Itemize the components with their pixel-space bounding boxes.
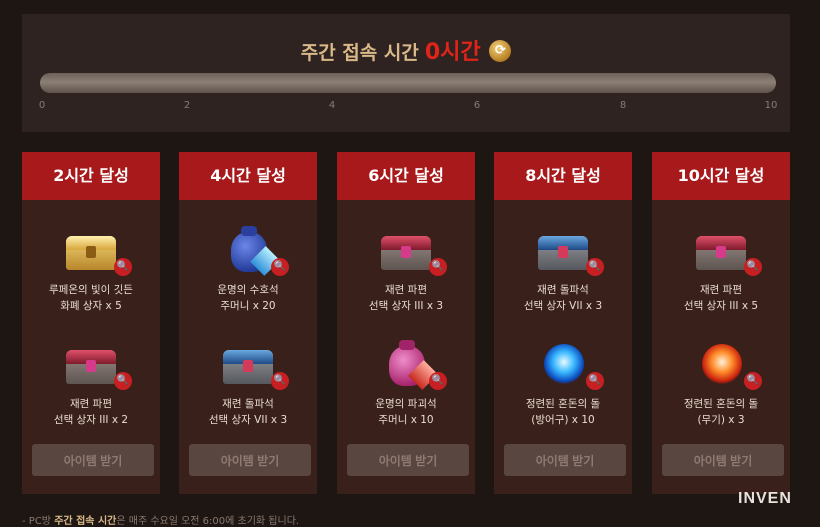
reward-qty: 선택 상자 III x 3 — [368, 300, 444, 312]
reward-qty: 선택 상자 VII x 3 — [523, 300, 603, 312]
reward-item: 🔍 운명의 파괴석주머니 x 10 — [337, 338, 475, 428]
reward-card-4h: 4시간 달성 🔍 운명의 수호석주머니 x 20 🔍 재련 돌파석선택 상자 V… — [179, 152, 317, 494]
reset-notice: - PC방 주간 접속 시간은 매주 수요일 오전 6:00에 초기화 됩니다. — [22, 512, 299, 527]
reward-name: 정련된 혼돈의 돌 — [525, 398, 601, 410]
reward-card-10h: 10시간 달성 🔍 재련 파편선택 상자 III x 5 🔍 정련된 혼돈의 돌… — [652, 152, 790, 494]
reward-card-6h: 6시간 달성 🔍 재련 파편선택 상자 III x 3 🔍 운명의 파괴석주머니… — [337, 152, 475, 494]
blue-chest-icon[interactable]: 🔍 — [219, 338, 289, 392]
reward-qty: 선택 상자 III x 5 — [683, 300, 759, 312]
magnifier-icon[interactable]: 🔍 — [586, 372, 604, 390]
reward-card-8h: 8시간 달성 🔍 재련 돌파석선택 상자 VII x 3 🔍 정련된 혼돈의 돌… — [494, 152, 632, 494]
receive-item-button[interactable]: 아이템 받기 — [32, 444, 154, 476]
magnifier-icon[interactable]: 🔍 — [271, 258, 289, 276]
progress-bar — [40, 73, 776, 93]
reward-qty: (무기) x 3 — [697, 414, 745, 426]
reward-name: 재련 파편 — [385, 284, 427, 296]
card-title: 2시간 달성 — [22, 152, 160, 200]
red-chest-icon[interactable]: 🔍 — [62, 338, 132, 392]
reward-name: 정련된 혼돈의 돌 — [683, 398, 759, 410]
tick-label: 2 — [183, 100, 191, 111]
reward-item: 🔍 재련 돌파석선택 상자 VII x 3 — [494, 224, 632, 314]
magnifier-icon[interactable]: 🔍 — [271, 372, 289, 390]
red-chaos-stone-icon[interactable]: 🔍 — [692, 338, 762, 392]
reward-name: 재련 파편 — [70, 398, 112, 410]
progress-ticks: 0 2 4 6 8 10 — [38, 100, 778, 114]
magnifier-icon[interactable]: 🔍 — [429, 258, 447, 276]
magnifier-icon[interactable]: 🔍 — [114, 372, 132, 390]
reward-name: 재련 돌파석 — [537, 284, 589, 296]
reward-item: 🔍 정련된 혼돈의 돌 (무기) x 3 — [652, 338, 790, 428]
red-chest-icon[interactable]: 🔍 — [692, 224, 762, 278]
weekly-access-panel: 주간 접속 시간 0시간 ⟳ 0 2 4 6 8 10 — [22, 14, 790, 132]
blue-pouch-icon[interactable]: 🔍 — [219, 224, 289, 278]
reward-qty: 선택 상자 VII x 3 — [208, 414, 288, 426]
inven-watermark: INVEN — [738, 490, 792, 507]
pink-pouch-icon[interactable]: 🔍 — [377, 338, 447, 392]
tick-label: 0 — [38, 100, 46, 111]
reward-name: 운명의 파괴석 — [375, 398, 437, 410]
reward-item: 🔍 재련 파편선택 상자 III x 3 — [337, 224, 475, 314]
reward-name: 재련 돌파석 — [222, 398, 274, 410]
reward-qty: 주머니 x 20 — [220, 300, 276, 312]
tick-label: 8 — [619, 100, 627, 111]
reward-qty: (방어구) x 10 — [531, 414, 595, 426]
tick-label: 4 — [328, 100, 336, 111]
reward-item: 🔍 재련 파편선택 상자 III x 2 — [22, 338, 160, 428]
title-label: 주간 접속 시간 — [300, 42, 419, 64]
gold-chest-icon[interactable]: 🔍 — [62, 224, 132, 278]
reward-name: 재련 파편 — [700, 284, 742, 296]
reward-item: 🔍 재련 돌파석선택 상자 VII x 3 — [179, 338, 317, 428]
reward-item: 🔍 루페온의 빛이 깃든화폐 상자 x 5 — [22, 224, 160, 314]
magnifier-icon[interactable]: 🔍 — [744, 372, 762, 390]
tick-label: 10 — [764, 100, 778, 111]
reward-name: 루페온의 빛이 깃든 — [49, 284, 133, 296]
red-chest-icon[interactable]: 🔍 — [377, 224, 447, 278]
access-hours-value: 0시간 — [424, 40, 481, 65]
reward-qty: 주머니 x 10 — [378, 414, 434, 426]
blue-chaos-stone-icon[interactable]: 🔍 — [534, 338, 604, 392]
receive-item-button[interactable]: 아이템 받기 — [347, 444, 469, 476]
magnifier-icon[interactable]: 🔍 — [744, 258, 762, 276]
reward-item: 🔍 운명의 수호석주머니 x 20 — [179, 224, 317, 314]
magnifier-icon[interactable]: 🔍 — [586, 258, 604, 276]
weekly-access-title: 주간 접속 시간 0시간 ⟳ — [22, 34, 790, 66]
card-title: 10시간 달성 — [652, 152, 790, 200]
reward-item: 🔍 정련된 혼돈의 돌 (방어구) x 10 — [494, 338, 632, 428]
card-title: 6시간 달성 — [337, 152, 475, 200]
refresh-icon[interactable]: ⟳ — [489, 39, 512, 62]
receive-item-button[interactable]: 아이템 받기 — [662, 444, 784, 476]
card-title: 4시간 달성 — [179, 152, 317, 200]
reward-cards: 2시간 달성 🔍 루페온의 빛이 깃든 화폐 상자 x 5 🔍 재련 파편 선택 상… — [22, 152, 790, 494]
reward-item: 🔍 재련 파편선택 상자 III x 5 — [652, 224, 790, 314]
magnifier-icon[interactable]: 🔍 — [114, 258, 132, 276]
reward-qty: 선택 상자 III x 2 — [53, 414, 129, 426]
blue-chest-icon[interactable]: 🔍 — [534, 224, 604, 278]
receive-item-button[interactable]: 아이템 받기 — [189, 444, 311, 476]
receive-item-button[interactable]: 아이템 받기 — [504, 444, 626, 476]
card-title: 8시간 달성 — [494, 152, 632, 200]
tick-label: 6 — [473, 100, 481, 111]
reward-name: 운명의 수호석 — [217, 284, 279, 296]
reward-card-2h: 2시간 달성 🔍 루페온의 빛이 깃든화폐 상자 x 5 🔍 재련 파편선택 상… — [22, 152, 160, 494]
magnifier-icon[interactable]: 🔍 — [429, 372, 447, 390]
reward-qty: 화폐 상자 x 5 — [60, 300, 122, 312]
